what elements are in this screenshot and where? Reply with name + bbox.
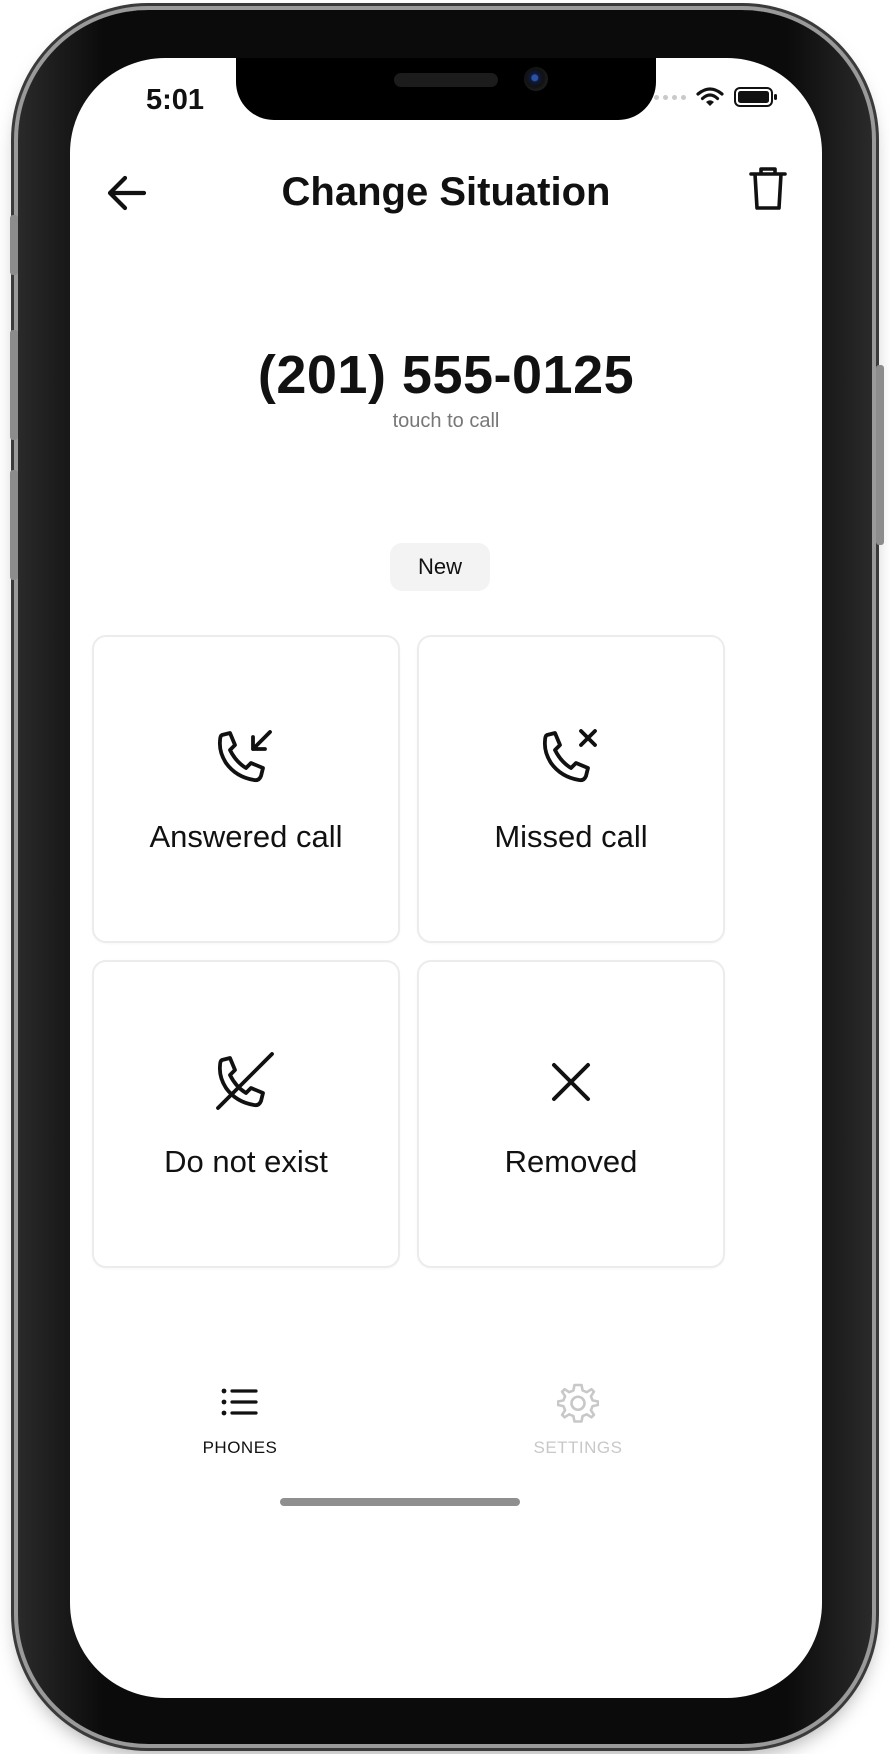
- tab-phones[interactable]: PHONES: [160, 1382, 320, 1458]
- option-label: Answered call: [149, 819, 343, 854]
- phone-number[interactable]: (201) 555-0125: [70, 344, 822, 406]
- phone-missed-icon: [542, 729, 597, 783]
- do-not-exist-option[interactable]: Do not exist: [92, 960, 400, 1268]
- header: Change Situation: [70, 148, 822, 238]
- answered-call-option[interactable]: Answered call: [92, 635, 400, 943]
- situation-options: Answered call Missed call Do not exist R…: [92, 635, 726, 1269]
- page-title: Change Situation: [281, 170, 611, 214]
- missed-call-option[interactable]: Missed call: [417, 635, 725, 943]
- option-label: Missed call: [494, 819, 648, 854]
- battery-icon: [734, 87, 777, 107]
- app-screen: 5:01 Change Situation (201) 555-0125 tou…: [70, 58, 822, 1698]
- gear-icon: [557, 1383, 599, 1423]
- wifi-icon: [696, 87, 724, 106]
- device-volume-down: [10, 470, 18, 580]
- status-badge: New: [390, 543, 490, 591]
- phone-incoming-icon: [217, 730, 272, 783]
- touch-to-call-hint: touch to call: [392, 410, 500, 432]
- device-side-button: [10, 215, 18, 275]
- list-icon: [221, 1388, 258, 1416]
- signal-icon: [654, 94, 686, 100]
- tab-label: SETTINGS: [533, 1438, 623, 1457]
- speaker: [394, 73, 498, 87]
- tab-bar: PHONES SETTINGS: [70, 1378, 822, 1498]
- phone-off-icon: [216, 1052, 274, 1110]
- status-time: 5:01: [146, 84, 205, 116]
- device-power-button: [876, 365, 884, 545]
- trash-icon: [749, 167, 787, 210]
- notch: [236, 58, 656, 120]
- status-icons: [654, 86, 778, 108]
- option-label: Removed: [504, 1144, 638, 1179]
- close-icon: [552, 1063, 590, 1101]
- tab-settings[interactable]: SETTINGS: [498, 1382, 658, 1458]
- option-label: Do not exist: [164, 1144, 328, 1179]
- home-indicator: [280, 1498, 520, 1506]
- device-volume-up: [10, 330, 18, 440]
- tab-label: PHONES: [202, 1438, 278, 1457]
- front-camera: [524, 67, 548, 91]
- delete-button[interactable]: [748, 164, 788, 212]
- removed-option[interactable]: Removed: [417, 960, 725, 1268]
